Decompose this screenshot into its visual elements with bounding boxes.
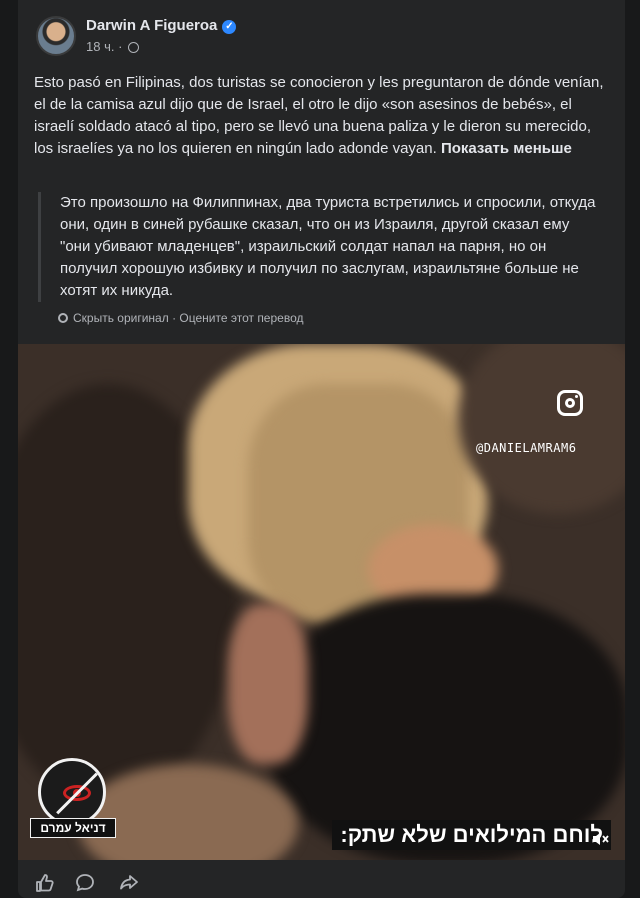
gear-icon — [58, 313, 68, 323]
video-caption: לוחם המילואים שלא שתק: — [332, 820, 611, 850]
translation-block: Это произошло на Филиппинах, два туриста… — [38, 192, 600, 302]
verified-badge-icon: ✓ — [222, 20, 237, 34]
see-less-link[interactable]: Показать меньше — [441, 140, 572, 157]
translation-links: Скрыть оригинал · Оцените этот перевод — [58, 311, 303, 325]
meta-dot: · — [118, 39, 127, 54]
video-handle: @DANIELAMRAM6 — [476, 441, 577, 455]
speaker-muted-icon[interactable] — [591, 830, 609, 848]
globe-icon — [128, 42, 140, 53]
rate-translation-link[interactable]: Оцените этот перевод — [179, 311, 303, 325]
post-time[interactable]: 18 ч. — [86, 39, 114, 54]
hide-original-link[interactable]: Скрыть оригинал — [73, 311, 169, 325]
author-name[interactable]: Darwin A Figueroa — [86, 17, 217, 34]
logo-name: דניאל עמרם — [30, 818, 116, 838]
share-icon[interactable] — [118, 872, 140, 894]
channel-logo: דניאל עמרם — [30, 758, 116, 844]
author-avatar[interactable] — [36, 16, 76, 56]
post-header: Darwin A Figueroa ✓ 18 ч. · — [36, 14, 596, 58]
thumbs-up-icon[interactable] — [34, 872, 56, 894]
video-frame-arm — [228, 604, 308, 764]
post-meta: 18 ч. · — [86, 39, 140, 54]
post-card: Darwin A Figueroa ✓ 18 ч. · Esto pasó en … — [18, 0, 625, 898]
logo-circle — [38, 758, 106, 826]
post-text: Esto pasó en Filipinas, dos turistas se … — [34, 72, 604, 160]
video-player[interactable]: @DANIELAMRAM6 דניאל עמרם לוחם המילואים ש… — [18, 344, 625, 860]
post-actions — [18, 862, 625, 898]
instagram-icon — [557, 390, 583, 416]
author-name-line: Darwin A Figueroa ✓ — [86, 17, 237, 34]
link-separator: · — [168, 311, 180, 325]
comment-icon[interactable] — [74, 872, 96, 894]
